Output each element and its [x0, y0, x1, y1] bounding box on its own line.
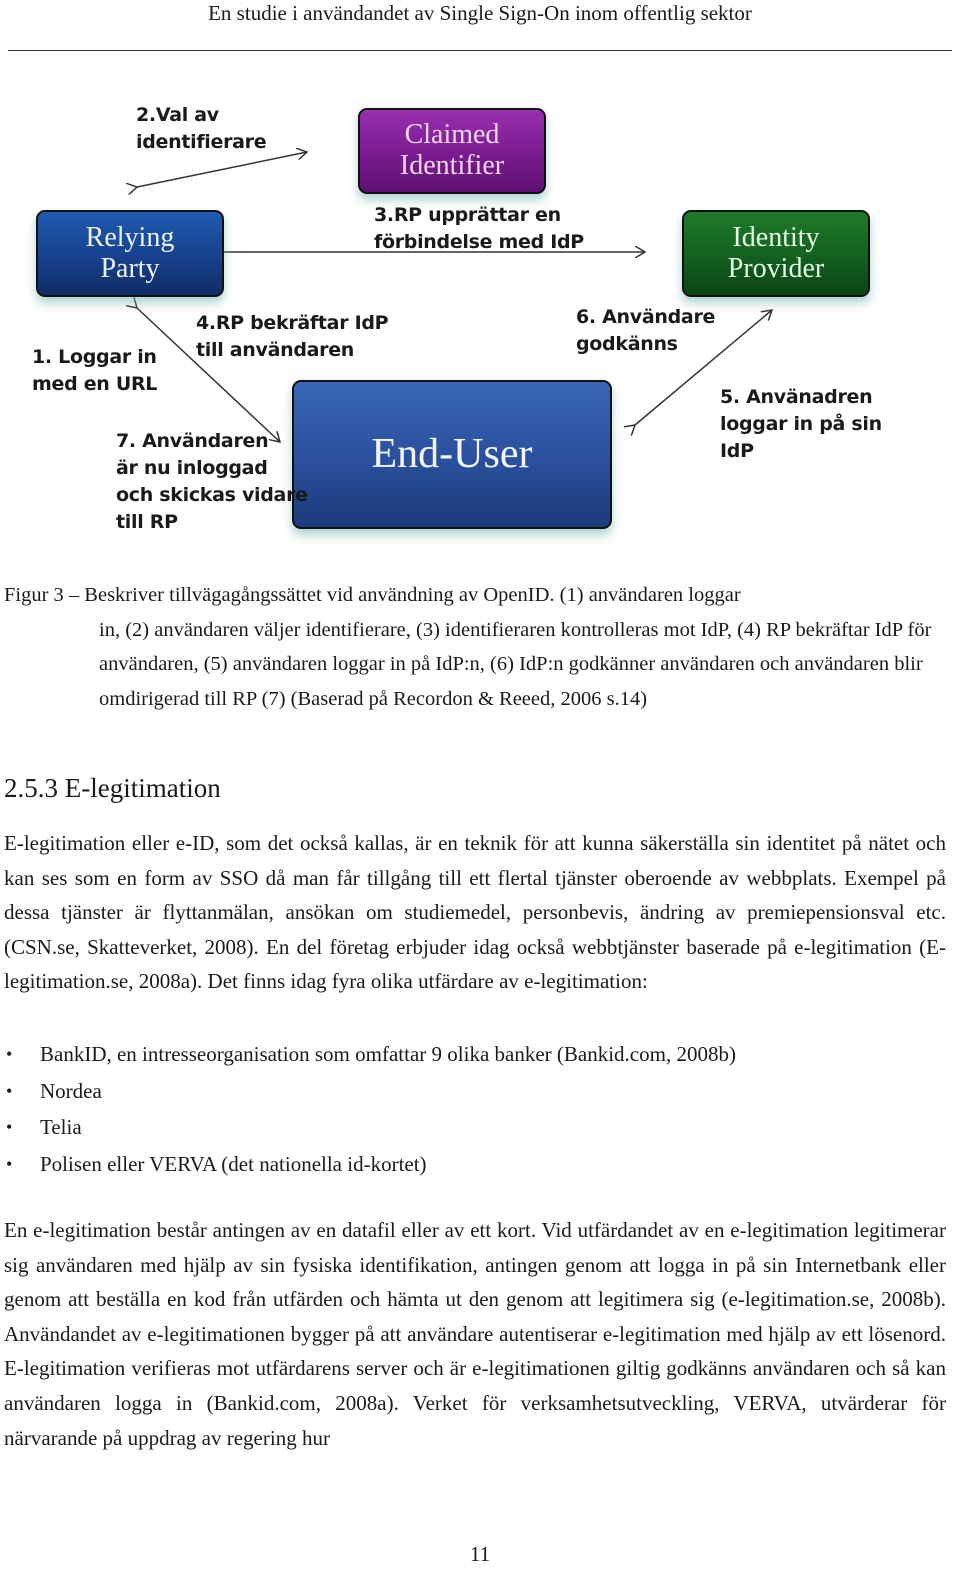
caption-first-line: Figur 3 – Beskriver tillvägagångssättet … [4, 584, 741, 606]
step7-line: är nu inloggad [116, 457, 268, 479]
bullet-icon: • [6, 1080, 13, 1101]
claimed-identifier-line2: Identifier [399, 150, 505, 181]
relying-party-box: Relying Party [36, 210, 224, 297]
step5-line: loggar in på sin [720, 413, 882, 435]
step4-line: till användaren [196, 339, 355, 361]
running-header: En studie i användandet av Single Sign-O… [208, 1, 752, 25]
figure-caption: Figur 3 – Beskriver tillvägagångssättet … [4, 578, 944, 716]
relying-party-line2: Party [100, 252, 160, 284]
list-item: • Nordea [4, 1073, 946, 1110]
list-item: • BankID, en intresseorganisation som omf… [4, 1036, 946, 1073]
list-item: • Telia [4, 1109, 946, 1146]
step7-line: 7. Användaren [116, 430, 269, 452]
end-user-label: End-User [371, 431, 533, 478]
step2-line: identifierare [136, 131, 267, 153]
list-item-text: Polisen eller VERVA (det nationella id-k… [40, 1151, 427, 1176]
page-number: 11 [469, 1542, 491, 1566]
step1-line: 1. Loggar in [32, 346, 157, 368]
step5-line: IdP [720, 440, 754, 462]
step7-line: till RP [116, 511, 178, 533]
step3-line: 3.RP upprättar en [374, 204, 561, 226]
section-heading: 2.5.3 E-legitimation [4, 773, 221, 803]
step7-line: och skickas vidare [116, 484, 308, 506]
issuer-list: • BankID, en intresseorganisation som omf… [4, 1036, 946, 1182]
step4-label: 4.RP bekräftar IdP till användaren [196, 310, 389, 364]
step1-line: med en URL [32, 373, 158, 395]
identity-provider-box: Identity Provider [682, 210, 870, 297]
step3-label: 3.RP upprättar en förbindelse med IdP [374, 202, 584, 256]
bullet-icon: • [6, 1117, 13, 1137]
paragraph-1: E-legitimation eller e-ID, som det också… [4, 831, 946, 994]
list-item: • Polisen eller VERVA (det nationella id-… [4, 1146, 946, 1183]
step2-label: 2.Val av identifierare [136, 102, 267, 156]
list-item-text: BankID, en intresseorganisation som omfa… [40, 1042, 736, 1066]
list-item-text: Nordea [40, 1078, 102, 1103]
identity-provider-line2: Provider [727, 252, 825, 284]
end-user-box: End-User [292, 380, 612, 529]
step4-line: 4.RP bekräftar IdP [196, 312, 389, 334]
step6-line: 6. Användare [576, 306, 716, 328]
claimed-identifier-line1: Claimed [404, 119, 500, 151]
step6-line: godkänns [576, 333, 678, 355]
step3-line: förbindelse med IdP [374, 231, 584, 253]
step5-label: 5. Använadren loggar in på sin IdP [720, 384, 882, 465]
step2-line: 2.Val av [136, 104, 219, 126]
paragraph-2: En e-legitimation består antingen av en … [4, 1218, 946, 1450]
step6-label: 6. Användare godkänns [576, 304, 715, 358]
caption-rest: in, (2) användaren väljer identifierare,… [99, 618, 932, 710]
openid-flow-diagram: Claimed Identifier Relying Party Identit… [0, 90, 960, 550]
list-item-text: Telia [40, 1115, 82, 1139]
bullet-icon: • [6, 1044, 13, 1064]
identity-provider-line1: Identity [732, 221, 820, 253]
claimed-identifier-box: Claimed Identifier [358, 108, 546, 194]
header-rule [8, 50, 952, 51]
step5-line: 5. Använadren [720, 386, 873, 408]
arrow-step2 [137, 152, 307, 187]
step1-label: 1. Loggar in med en URL [32, 344, 157, 398]
step7-label: 7. Användaren är nu inloggad och skickas… [116, 428, 308, 536]
bullet-icon: • [6, 1153, 13, 1174]
relying-party-line1: Relying [85, 221, 175, 253]
